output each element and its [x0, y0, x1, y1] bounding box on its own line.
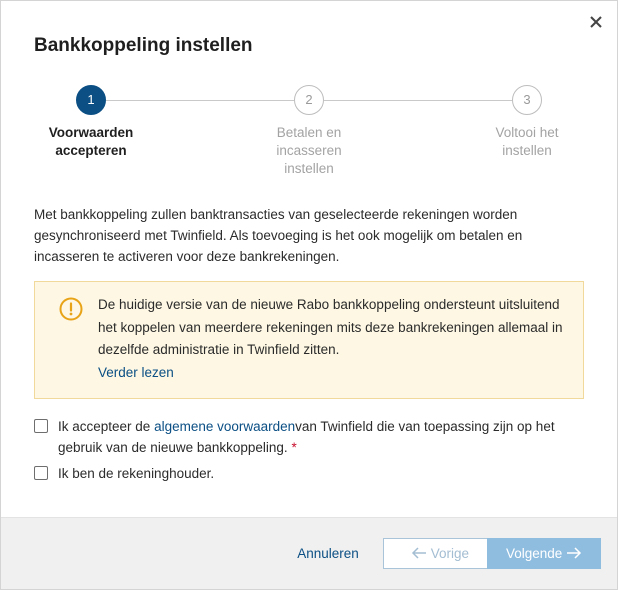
account-holder-checkbox[interactable]: [34, 466, 48, 480]
terms-link[interactable]: algemene voorwaarden: [154, 419, 295, 434]
required-marker: *: [291, 440, 297, 455]
arrow-left-icon: [411, 540, 427, 569]
step-1-indicator: 1: [76, 85, 106, 115]
cancel-button[interactable]: Annuleren: [289, 539, 367, 569]
step-connector: [106, 100, 294, 101]
terms-checkbox[interactable]: [34, 419, 48, 433]
terms-label: Ik accepteer de algemene voorwaardenvan …: [58, 419, 555, 455]
step-3-indicator: 3: [512, 85, 542, 115]
intro-text: Met bankkoppeling zullen banktransacties…: [34, 207, 523, 264]
dialog-title: Bankkoppeling instellen: [34, 35, 253, 56]
bank-link-dialog: Bankkoppeling instellen 1 2 3 Voorwaarde…: [0, 0, 618, 590]
warning-box: De huidige versie van de nieuwe Rabo ban…: [34, 281, 584, 399]
arrow-right-icon: [566, 540, 582, 569]
warning-icon: [59, 297, 83, 321]
step-3-label: Voltooi het instellen: [495, 125, 559, 158]
next-label: Volgende: [505, 546, 563, 561]
account-holder-label: Ik ben de rekeninghouder.: [58, 466, 215, 481]
dialog-footer: Annuleren Vorige Volgende: [1, 517, 617, 589]
previous-button[interactable]: Vorige: [383, 538, 497, 569]
step-connector: [324, 100, 512, 101]
stepper: 1 2 3 Voorwaarden accepteren Betalen en …: [1, 85, 617, 185]
step-2-label: Betalen en incasseren instellen: [276, 125, 342, 176]
warning-message: De huidige versie van de nieuwe Rabo ban…: [98, 297, 563, 380]
step-1-label: Voorwaarden accepteren: [48, 125, 134, 158]
step-2-indicator: 2: [294, 85, 324, 115]
holder-row: Ik ben de rekeninghouder.: [34, 463, 574, 485]
previous-label: Vorige: [430, 546, 470, 561]
read-more-link[interactable]: Verder lezen: [98, 365, 174, 380]
terms-row: Ik accepteer de algemene voorwaardenvan …: [34, 416, 574, 460]
close-icon[interactable]: [585, 11, 607, 33]
next-button[interactable]: Volgende: [487, 538, 601, 569]
